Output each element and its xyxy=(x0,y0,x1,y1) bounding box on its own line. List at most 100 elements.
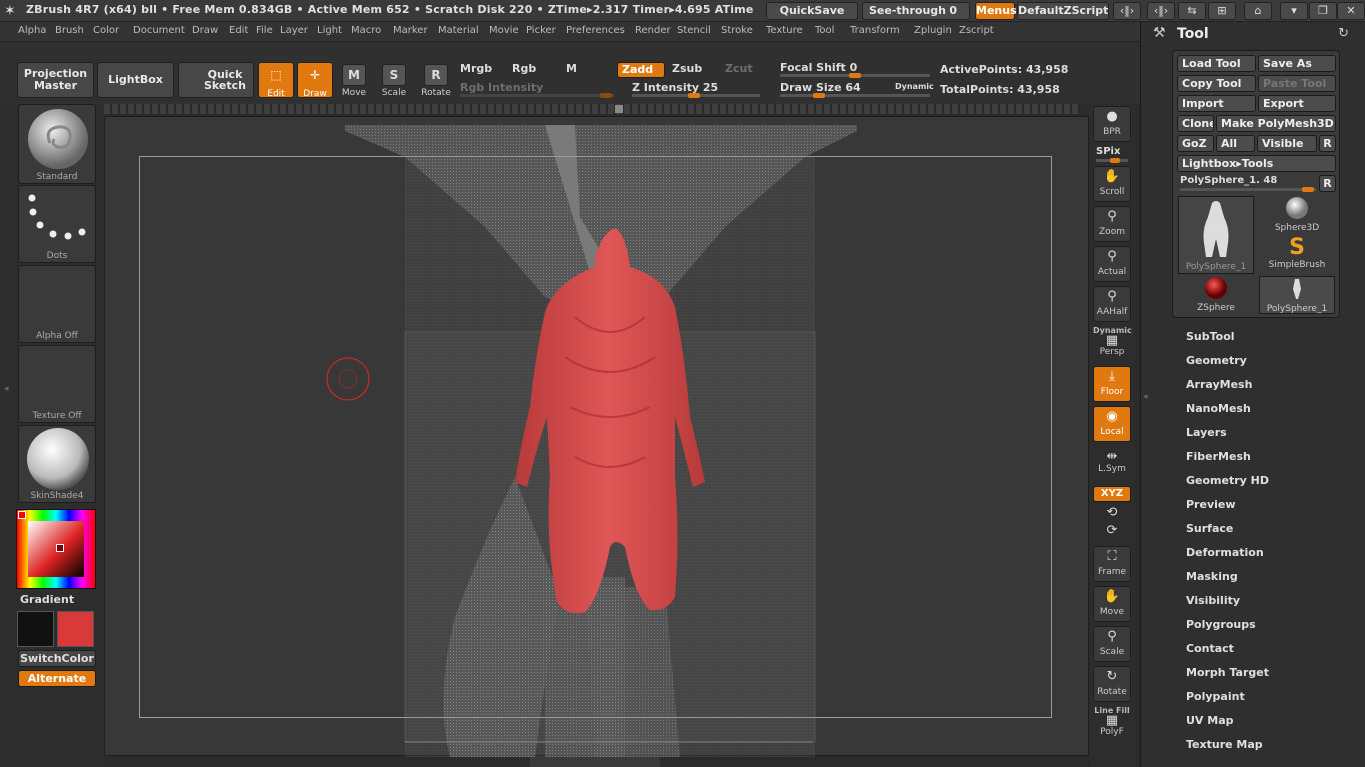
subpalette-uv-map[interactable]: UV Map xyxy=(1186,714,1234,727)
tool-thumb-sphere3d[interactable]: Sphere3D xyxy=(1259,196,1335,234)
subpalette-geometry-hd[interactable]: Geometry HD xyxy=(1186,474,1269,487)
subpalette-layers[interactable]: Layers xyxy=(1186,426,1227,439)
m-toggle[interactable]: M xyxy=(566,62,577,75)
scale-mode-button[interactable]: S Scale xyxy=(380,64,408,98)
spix-knob[interactable] xyxy=(1110,158,1120,163)
menu-stencil[interactable]: Stencil xyxy=(677,25,711,36)
paste-tool-button[interactable]: Paste Tool xyxy=(1258,75,1336,92)
floor-button[interactable]: ⤓ Floor xyxy=(1093,366,1131,402)
load-ui-icon[interactable]: ⇆ xyxy=(1178,2,1206,20)
mrgb-toggle[interactable]: Mrgb xyxy=(460,62,492,75)
rgb-toggle[interactable]: Rgb xyxy=(512,62,536,75)
brush-picker[interactable]: Standard xyxy=(18,104,96,184)
clone-button[interactable]: Clone xyxy=(1177,115,1214,132)
rotate-z-icon[interactable]: ⟳ xyxy=(1093,524,1131,540)
close-icon[interactable]: ✕ xyxy=(1337,2,1365,20)
load-tool-button[interactable]: Load Tool xyxy=(1177,55,1256,72)
hue-cursor[interactable] xyxy=(18,511,26,519)
right-tray-collapse-icon[interactable]: ◂ xyxy=(1143,392,1149,422)
secondary-color-swatch[interactable] xyxy=(57,611,94,647)
subpalette-surface[interactable]: Surface xyxy=(1186,522,1233,535)
ui-layout-2-icon[interactable]: ‹‖› xyxy=(1147,2,1175,20)
current-tool-track[interactable] xyxy=(1180,187,1316,192)
z-intensity-track[interactable] xyxy=(632,93,760,98)
goz-button[interactable]: GoZ xyxy=(1177,135,1214,152)
menu-preferences[interactable]: Preferences xyxy=(566,25,625,36)
dynamic-toggle[interactable]: Dynamic xyxy=(895,82,934,91)
menu-texture[interactable]: Texture xyxy=(766,25,803,36)
subpalette-subtool[interactable]: SubTool xyxy=(1186,330,1235,343)
menu-zscript[interactable]: Zscript xyxy=(959,25,994,36)
frame-button[interactable]: ⛶ Frame xyxy=(1093,546,1131,582)
menu-layer[interactable]: Layer xyxy=(280,25,308,36)
z-intensity-slider[interactable]: Z Intensity 25 xyxy=(632,81,718,94)
local-button[interactable]: ◉ Local xyxy=(1093,406,1131,442)
quick-sketch-button[interactable]: Quick Sketch xyxy=(178,62,254,98)
canvas-scroll-ruler[interactable] xyxy=(104,104,1079,114)
subpalette-masking[interactable]: Masking xyxy=(1186,570,1238,583)
zoom-button[interactable]: ⚲ Zoom xyxy=(1093,206,1131,242)
rgb-intensity-track[interactable] xyxy=(460,93,614,98)
color-cursor[interactable] xyxy=(56,544,64,552)
menu-transform[interactable]: Transform xyxy=(850,25,900,36)
menu-zplugin[interactable]: Zplugin xyxy=(914,25,952,36)
color-picker[interactable] xyxy=(16,509,96,589)
subpalette-texture-map[interactable]: Texture Map xyxy=(1186,738,1263,751)
z-intensity-knob[interactable] xyxy=(688,93,700,98)
subpalette-morph-target[interactable]: Morph Target xyxy=(1186,666,1269,679)
minimize-icon[interactable]: ▾ xyxy=(1280,2,1308,20)
copy-tool-button[interactable]: Copy Tool xyxy=(1177,75,1256,92)
move-view-button[interactable]: ✋ Move xyxy=(1093,586,1131,622)
focal-shift-slider[interactable]: Focal Shift 0 xyxy=(780,61,857,74)
save-as-button[interactable]: Save As xyxy=(1258,55,1336,72)
aahalf-button[interactable]: ⚲ AAHalf xyxy=(1093,286,1131,322)
menu-brush[interactable]: Brush xyxy=(55,25,84,36)
zsub-toggle[interactable]: Zsub xyxy=(672,62,702,75)
actual-button[interactable]: ⚲ Actual xyxy=(1093,246,1131,282)
menu-render[interactable]: Render xyxy=(635,25,671,36)
make-polymesh3d-button[interactable]: Make PolyMesh3D xyxy=(1216,115,1336,132)
texture-picker[interactable]: Texture Off xyxy=(18,345,96,423)
left-tray-collapse-icon[interactable]: ◂ xyxy=(4,384,10,414)
focal-shift-knob[interactable] xyxy=(849,73,861,78)
polyf-button[interactable]: Line Fill ▦ PolyF xyxy=(1093,706,1131,742)
primary-color-swatch[interactable] xyxy=(17,611,54,647)
menu-file[interactable]: File xyxy=(256,25,273,36)
projection-master-button[interactable]: Projection Master xyxy=(17,62,94,98)
current-tool-r-button[interactable]: R xyxy=(1319,175,1336,192)
menu-stroke[interactable]: Stroke xyxy=(721,25,753,36)
bottom-scroll-handle[interactable] xyxy=(530,757,660,767)
subpalette-geometry[interactable]: Geometry xyxy=(1186,354,1247,367)
spix-slider[interactable]: SPix xyxy=(1096,146,1120,157)
tool-thumb-polysphere[interactable]: PolySphere_1 xyxy=(1178,196,1254,274)
rotate-y-icon[interactable]: ⟲ xyxy=(1093,506,1131,522)
subpalette-fibermesh[interactable]: FiberMesh xyxy=(1186,450,1251,463)
focal-shift-track[interactable] xyxy=(780,73,930,78)
export-button[interactable]: Export xyxy=(1258,95,1336,112)
menu-material[interactable]: Material xyxy=(438,25,479,36)
gradient-toggle[interactable]: Gradient xyxy=(20,593,74,606)
quicksave-button[interactable]: QuickSave xyxy=(766,2,858,20)
store-ui-icon[interactable]: ⊞ xyxy=(1208,2,1236,20)
lightbox-button[interactable]: LightBox xyxy=(97,62,174,98)
subpalette-arraymesh[interactable]: ArrayMesh xyxy=(1186,378,1252,391)
lightbox-tools-button[interactable]: Lightbox▸Tools xyxy=(1177,155,1336,172)
current-tool-slider[interactable]: PolySphere_1. 48 xyxy=(1180,175,1277,186)
menu-edit[interactable]: Edit xyxy=(229,25,248,36)
lsym-button[interactable]: ⇹ L.Sym xyxy=(1093,450,1131,478)
menu-movie[interactable]: Movie xyxy=(489,25,519,36)
menu-color[interactable]: Color xyxy=(93,25,119,36)
menu-picker[interactable]: Picker xyxy=(526,25,556,36)
subpalette-contact[interactable]: Contact xyxy=(1186,642,1234,655)
subpalette-nanomesh[interactable]: NanoMesh xyxy=(1186,402,1251,415)
menu-light[interactable]: Light xyxy=(317,25,342,36)
edit-mode-button[interactable]: ⬚ Edit xyxy=(258,62,294,99)
refresh-icon[interactable]: ↻ xyxy=(1338,26,1349,41)
subpalette-polypaint[interactable]: Polypaint xyxy=(1186,690,1245,703)
subpalette-visibility[interactable]: Visibility xyxy=(1186,594,1240,607)
subpalette-preview[interactable]: Preview xyxy=(1186,498,1236,511)
goz-visible-button[interactable]: Visible xyxy=(1257,135,1317,152)
tool-thumb-polysphere-2[interactable]: PolySphere_1 xyxy=(1259,276,1335,314)
tool-palette-title[interactable]: Tool xyxy=(1177,26,1209,42)
maximize-icon[interactable]: ❐ xyxy=(1309,2,1337,20)
